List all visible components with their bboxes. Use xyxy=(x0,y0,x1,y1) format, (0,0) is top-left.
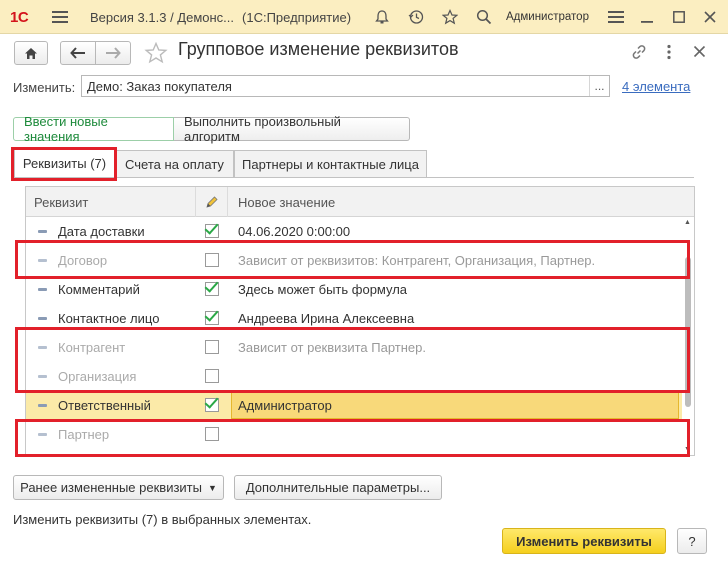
attribute-value: Зависит от реквизитов: Контрагент, Орган… xyxy=(238,253,596,268)
search-icon[interactable] xyxy=(476,0,492,34)
previous-attributes-button[interactable]: Ранее измененные реквизиты ▼ xyxy=(13,475,224,500)
table-row[interactable]: Контрагент Зависит от реквизита Партнер. xyxy=(26,333,682,362)
page-title: Групповое изменение реквизитов xyxy=(178,39,459,59)
change-checkbox[interactable] xyxy=(205,427,219,441)
attribute-value: Зависит от реквизита Партнер. xyxy=(238,340,426,355)
more-vertical-icon[interactable] xyxy=(666,44,672,63)
attribute-value[interactable]: 04.06.2020 0:00:00 xyxy=(238,217,350,246)
checkmark-icon xyxy=(204,394,219,409)
enter-new-values-button[interactable]: Ввести новые значения xyxy=(13,114,174,144)
attribute-name: Контактное лицо xyxy=(58,311,160,326)
attribute-marker xyxy=(38,346,47,349)
change-checkbox[interactable] xyxy=(204,278,219,296)
back-button[interactable] xyxy=(60,41,96,65)
version-label: Версия 3.1.3 / Демонс... xyxy=(90,9,235,25)
table-row[interactable]: Дата доставки 04.06.2020 0:00:00 xyxy=(26,217,682,246)
more-icon[interactable] xyxy=(608,0,624,34)
attribute-name: Комментарий xyxy=(58,282,140,297)
table-scrollbar[interactable]: ▲ ▼ xyxy=(683,217,693,455)
tab-invoices[interactable]: Счета на оплату xyxy=(115,150,234,177)
help-button[interactable]: ? xyxy=(677,528,707,554)
scroll-thumb[interactable] xyxy=(685,257,691,407)
arrow-left-icon xyxy=(70,47,85,59)
scroll-up-icon[interactable]: ▲ xyxy=(684,219,691,226)
user-name[interactable]: Администратор xyxy=(506,0,589,34)
attribute-name: Организация xyxy=(58,369,137,384)
link-icon[interactable] xyxy=(630,44,648,63)
object-type-value: Демо: Заказ покупателя xyxy=(87,79,232,94)
attribute-name: Контрагент xyxy=(58,340,126,355)
change-checkbox[interactable] xyxy=(204,394,219,412)
app-logo[interactable]: 1С xyxy=(10,0,29,34)
tab-partners[interactable]: Партнеры и контактные лица xyxy=(234,150,427,177)
table-row[interactable]: Комментарий Здесь может быть формула xyxy=(26,275,682,304)
attribute-marker xyxy=(38,404,47,407)
attribute-name: Партнер xyxy=(58,427,110,442)
close-form-icon[interactable] xyxy=(693,45,706,61)
checkmark-icon xyxy=(204,220,219,235)
table-row-selected[interactable]: Ответственный Администратор xyxy=(26,391,682,420)
app-titlebar: 1С Версия 3.1.3 / Демонс... (1С:Предприя… xyxy=(0,0,728,34)
attribute-marker xyxy=(38,375,47,378)
table-row[interactable]: Контактное лицо Андреева Ирина Алексеевн… xyxy=(26,304,682,333)
attribute-marker xyxy=(38,259,47,262)
attributes-table: Реквизит Новое значение Дата доставки 04… xyxy=(25,186,695,456)
product-label: (1С:Предприятие) xyxy=(242,9,352,25)
forward-button[interactable] xyxy=(95,41,131,65)
change-checkbox[interactable] xyxy=(204,220,219,238)
attribute-name: Ответственный xyxy=(58,398,151,413)
history-icon[interactable] xyxy=(408,0,424,34)
favorite-star-icon[interactable] xyxy=(144,41,168,67)
attribute-name: Договор xyxy=(58,253,108,268)
object-type-field[interactable]: Демо: Заказ покупателя ... xyxy=(81,75,610,97)
tab-attributes[interactable]: Реквизиты (7) xyxy=(14,148,115,177)
attribute-marker xyxy=(38,317,47,320)
attribute-value[interactable]: Администратор xyxy=(238,391,332,420)
change-checkbox[interactable] xyxy=(205,253,219,267)
table-row[interactable]: Партнер xyxy=(26,420,682,449)
previous-attributes-label: Ранее измененные реквизиты xyxy=(20,480,202,495)
dropdown-arrow-icon: ▼ xyxy=(207,482,217,493)
attribute-value[interactable]: Андреева Ирина Алексеевна xyxy=(238,304,414,333)
favorites-star-icon[interactable] xyxy=(442,0,458,34)
table-header: Реквизит Новое значение xyxy=(26,187,694,217)
elements-count-link[interactable]: 4 элемента xyxy=(622,79,690,94)
minimize-icon[interactable] xyxy=(641,0,653,34)
header-edit[interactable] xyxy=(196,187,228,217)
scroll-down-icon[interactable]: ▼ xyxy=(684,446,691,453)
table-row[interactable]: Организация xyxy=(26,362,682,391)
pencil-icon xyxy=(205,196,218,208)
run-algorithm-button[interactable]: Выполнить произвольный алгоритм xyxy=(174,114,410,144)
apply-changes-button[interactable]: Изменить реквизиты xyxy=(502,528,666,554)
extra-parameters-button[interactable]: Дополнительные параметры... xyxy=(234,475,442,500)
tab-divider xyxy=(14,177,694,178)
checkmark-icon xyxy=(204,278,219,293)
attribute-marker xyxy=(38,433,47,436)
change-checkbox[interactable] xyxy=(205,340,219,354)
header-new-value[interactable]: Новое значение xyxy=(228,187,694,217)
home-button[interactable] xyxy=(14,41,48,65)
change-checkbox[interactable] xyxy=(205,369,219,383)
attribute-marker xyxy=(38,288,47,291)
checkmark-icon xyxy=(204,307,219,322)
header-attribute[interactable]: Реквизит xyxy=(26,187,196,217)
app-version: Версия 3.1.3 / Демонс... (1С:Предприятие… xyxy=(90,0,359,34)
arrow-right-icon xyxy=(106,47,121,59)
change-label: Изменить: xyxy=(13,80,76,95)
select-button[interactable]: ... xyxy=(589,76,609,96)
bell-icon[interactable] xyxy=(374,0,390,34)
table-row[interactable]: Договор Зависит от реквизитов: Контраген… xyxy=(26,246,682,275)
attribute-name: Дата доставки xyxy=(58,224,145,239)
menu-icon[interactable] xyxy=(52,0,74,34)
maximize-icon[interactable] xyxy=(673,0,685,34)
change-checkbox[interactable] xyxy=(204,307,219,325)
home-icon xyxy=(25,47,37,59)
close-icon[interactable] xyxy=(704,0,716,34)
status-text: Изменить реквизиты (7) в выбранных элеме… xyxy=(13,512,312,527)
attribute-value[interactable]: Здесь может быть формула xyxy=(238,275,407,304)
attribute-marker xyxy=(38,230,47,233)
